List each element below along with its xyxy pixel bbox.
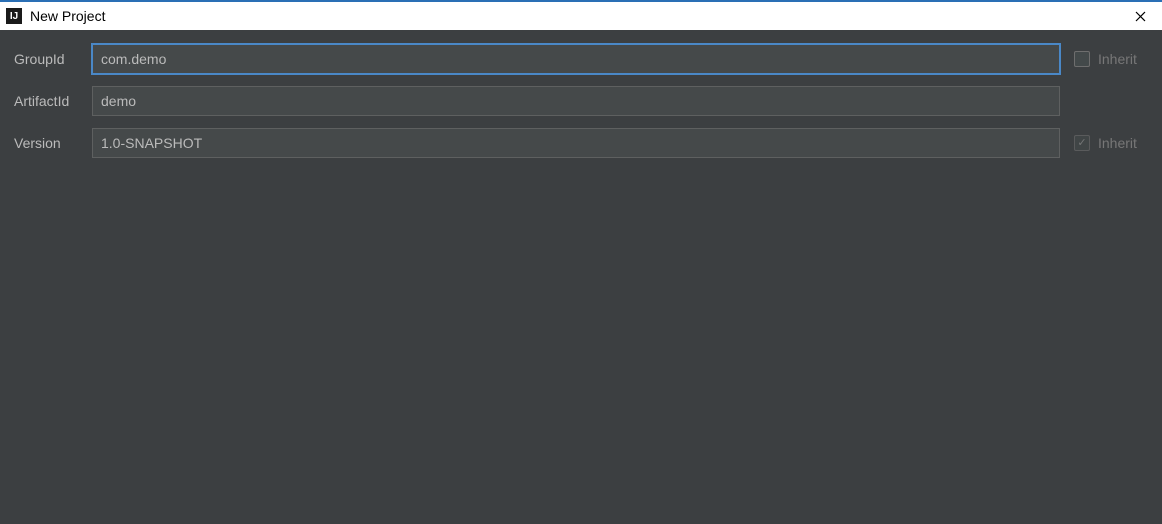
app-icon: IJ <box>6 8 22 24</box>
artifactid-input[interactable] <box>92 86 1060 116</box>
version-inherit-wrap: ✓ Inherit <box>1060 135 1152 151</box>
window-title: New Project <box>30 8 105 24</box>
version-input[interactable] <box>92 128 1060 158</box>
row-groupid: GroupId ✓ Inherit <box>14 44 1152 74</box>
row-version: Version ✓ Inherit <box>14 128 1152 158</box>
groupid-inherit-label: Inherit <box>1098 51 1137 67</box>
groupid-input[interactable] <box>92 44 1060 74</box>
version-inherit-checkbox[interactable]: ✓ <box>1074 135 1090 151</box>
artifactid-label: ArtifactId <box>14 93 92 109</box>
groupid-label: GroupId <box>14 51 92 67</box>
row-artifactid: ArtifactId ✓ <box>14 86 1152 116</box>
dialog-content: GroupId ✓ Inherit ArtifactId ✓ Version ✓… <box>0 30 1162 524</box>
close-icon[interactable] <box>1124 2 1156 30</box>
version-inherit-label: Inherit <box>1098 135 1137 151</box>
version-label: Version <box>14 135 92 151</box>
titlebar: IJ New Project <box>0 0 1162 30</box>
groupid-inherit-wrap: ✓ Inherit <box>1060 51 1152 67</box>
groupid-inherit-checkbox[interactable]: ✓ <box>1074 51 1090 67</box>
